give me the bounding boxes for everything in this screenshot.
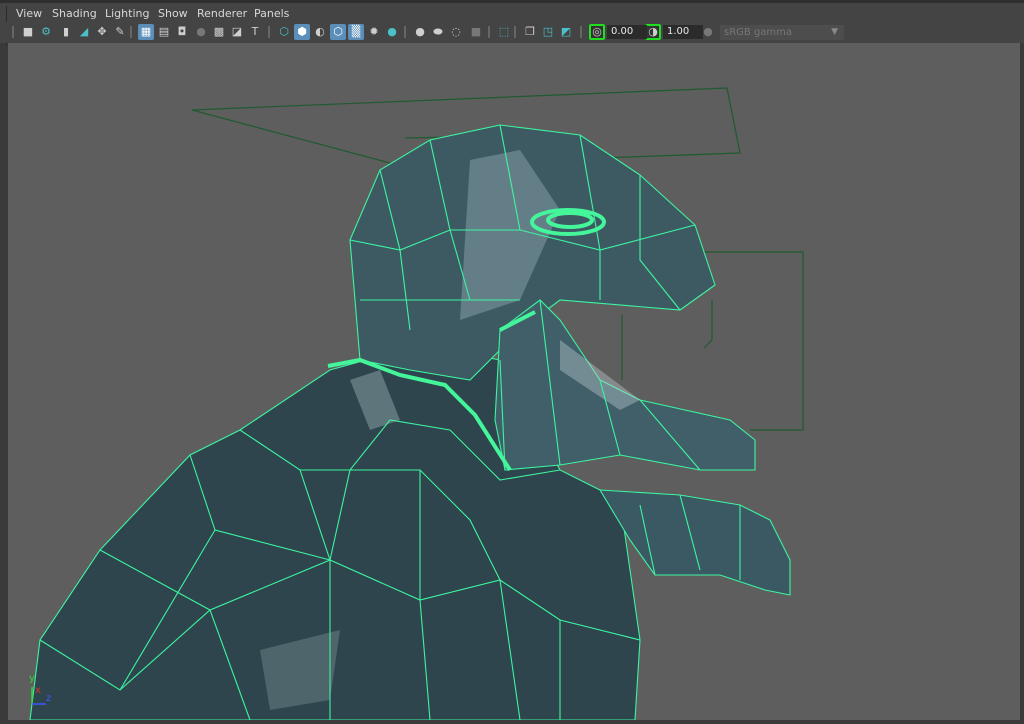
toolbar-separator [12,26,14,38]
menu-panels[interactable]: Panels [254,7,289,20]
axis-x-label: x [35,685,41,696]
2d-pan-zoom-icon[interactable]: ✥ [94,24,110,40]
menu-view[interactable]: View [16,7,42,20]
default-material-icon[interactable]: ◐ [312,24,328,40]
axis-y-label: y [29,673,35,684]
resolution-gate-icon[interactable]: ◘ [174,24,190,40]
toolbar-separator [404,26,406,38]
view-transform-dropdown[interactable]: sRGB gamma ▼ [720,25,844,40]
isolate-select-icon[interactable]: ⬚ [496,24,512,40]
panel-toolbar: ■ ⚙ ▮ ◢ ✥ ✎ ▦ ▤ ◘ ● ▩ ◪ T ⬡ ⬢ ◐ ⬡ ▒ ✹ ● ● ⬬ ◌ ■ ⬚ ❐ ◳ ◩ ◎ ◑ ● 0.00 1.0… [0,22,1024,43]
menu-shading[interactable]: Shading [52,7,97,20]
grease-pencil-icon[interactable]: ✎ [112,24,128,40]
bookmark-icon[interactable]: ▮ [58,24,74,40]
menu-renderer[interactable]: Renderer [197,7,247,20]
gamma-icon[interactable]: ◑ [645,24,661,40]
toolbar-separator [268,26,270,38]
exposure-field[interactable]: 0.00 [607,25,647,39]
select-camera-icon[interactable]: ■ [20,24,36,40]
field-chart-icon[interactable]: ▩ [211,24,227,40]
smooth-shade-icon[interactable]: ⬢ [294,24,310,40]
xray-joints-icon[interactable]: ◩ [558,24,574,40]
film-gate-icon[interactable]: ▤ [156,24,172,40]
safe-action-icon[interactable]: ◪ [229,24,245,40]
gate-mask-icon[interactable]: ● [193,24,209,40]
toolbar-separator [514,26,516,38]
chevron-down-icon: ▼ [831,27,838,37]
wireframe-on-shaded-icon[interactable]: ⬡ [330,24,346,40]
gamma-field[interactable]: 1.00 [663,25,703,39]
menu-show[interactable]: Show [158,7,188,20]
toolbar-separator [488,26,490,38]
shadows-icon[interactable]: ● [384,24,400,40]
axis-z-label: z [46,693,52,704]
view-transform-value: sRGB gamma [724,27,793,38]
xray-active-components-icon[interactable]: ◳ [540,24,556,40]
viewport-3d[interactable] [8,43,1020,720]
toolbar-separator [130,26,132,38]
xray-icon[interactable]: ❐ [522,24,538,40]
image-plane-icon[interactable]: ◢ [76,24,92,40]
axis-indicator: y x z [28,673,58,707]
use-all-lights-icon[interactable]: ✹ [366,24,382,40]
anti-aliasing-icon[interactable]: ◌ [448,24,464,40]
depth-of-field-icon[interactable]: ■ [468,24,484,40]
exposure-icon[interactable]: ◎ [589,24,605,40]
motion-blur-icon[interactable]: ⬬ [430,24,446,40]
menu-bar: View Shading Lighting Show Renderer Pane… [0,0,1024,46]
textured-icon[interactable]: ▒ [348,24,364,40]
menu-lighting[interactable]: Lighting [105,7,149,20]
wireframe-icon[interactable]: ⬡ [276,24,292,40]
screen-space-ao-icon[interactable]: ● [412,24,428,40]
creature-mesh[interactable] [29,124,791,720]
safe-title-icon[interactable]: T [247,24,263,40]
scene[interactable] [8,43,1020,720]
lock-camera-icon[interactable]: ⚙ [38,24,54,40]
toolbar-separator [580,26,582,38]
grid-icon[interactable]: ▦ [138,24,154,40]
